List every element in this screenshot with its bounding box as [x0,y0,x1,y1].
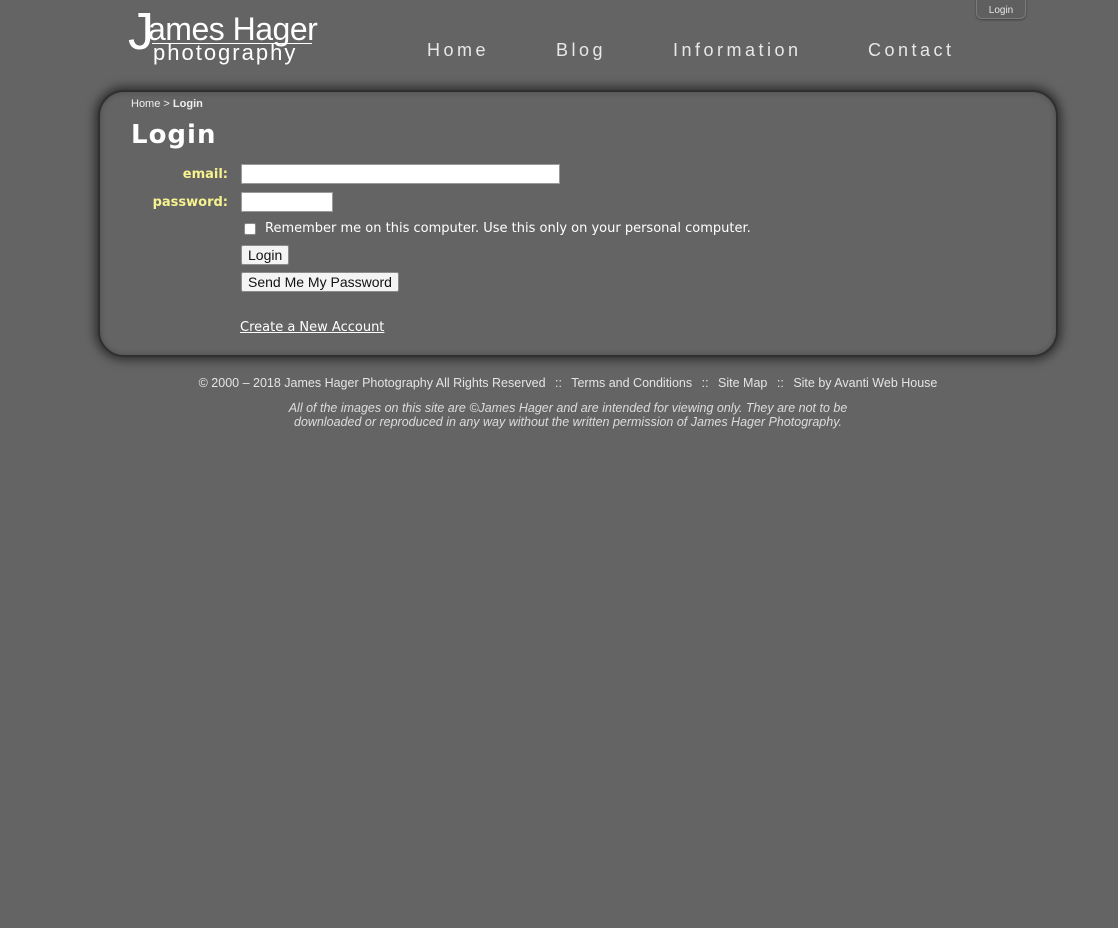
email-field[interactable] [241,164,560,184]
footer-terms-link[interactable]: Terms and Conditions [571,376,692,390]
login-button[interactable]: Login [241,245,290,265]
logo-subtitle: photography [153,40,298,65]
breadcrumb-home[interactable]: Home [131,98,160,110]
send-password-button[interactable]: Send Me My Password [241,272,399,292]
password-field[interactable] [241,192,333,212]
top-login-tab[interactable]: Login [976,0,1026,19]
breadcrumb-separator: > [163,98,170,110]
page: Login J ames Hager photography Home Blog… [0,0,1118,928]
copyright-notice: All of the images on this site are ©Jame… [288,401,848,429]
password-label: password: [152,195,228,210]
nav-contact[interactable]: Contact [868,40,955,61]
nav-home[interactable]: Home [427,40,489,61]
breadcrumb: Home > Login [131,98,203,110]
footer-separator: :: [701,376,709,390]
remember-checkbox[interactable] [244,222,256,235]
nav-blog[interactable]: Blog [556,40,606,61]
page-title: Login [131,120,217,150]
site-logo[interactable]: J ames Hager photography [128,6,318,70]
email-label: email: [182,167,228,182]
footer-copyright: © 2000 – 2018 James Hager Photography Al… [198,376,546,390]
remember-row: Remember me on this computer. Use this o… [244,221,751,236]
footer-links: © 2000 – 2018 James Hager Photography Al… [0,376,1118,390]
footer-separator: :: [776,376,784,390]
breadcrumb-current: Login [172,98,203,110]
create-account-link[interactable]: Create a New Account [240,320,384,335]
footer-sitemap-link[interactable]: Site Map [718,376,767,390]
footer-site-by-link[interactable]: Site by Avanti Web House [793,376,937,390]
nav-information[interactable]: Information [673,40,802,61]
remember-label: Remember me on this computer. Use this o… [265,221,751,236]
footer-separator: :: [555,376,562,390]
